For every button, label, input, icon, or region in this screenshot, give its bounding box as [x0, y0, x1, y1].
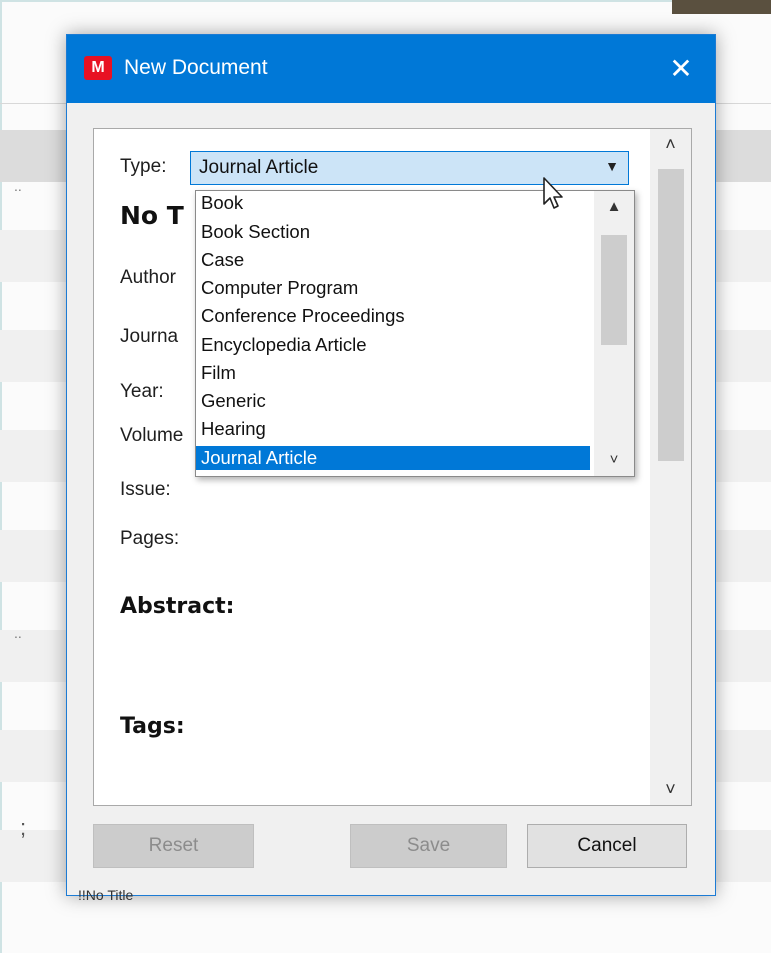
dropdown-option-conference-proceedings[interactable]: Conference Proceedings	[196, 304, 590, 328]
close-icon[interactable]: ✕	[661, 49, 701, 89]
abstract-heading: Abstract:	[120, 594, 235, 619]
journal-label: Journa	[120, 326, 179, 347]
issue-label: Issue:	[120, 479, 171, 500]
background-document-title: !!No Title	[78, 887, 134, 903]
dropdown-scrollbar[interactable]: ▲ ˅	[594, 191, 634, 476]
document-details-panel[interactable]: Type: Journal Article ▼ No T Author Jour…	[93, 128, 692, 806]
new-document-dialog: M New Document ✕ Type: Journal Article ▼…	[66, 34, 716, 896]
year-label: Year:	[120, 381, 164, 402]
dialog-titlebar: M New Document ✕	[67, 35, 715, 103]
background-corner-block	[672, 0, 771, 14]
dropdown-scroll-up-icon[interactable]: ▲	[594, 193, 634, 221]
type-select-value: Journal Article	[199, 157, 319, 178]
dropdown-option-hearing[interactable]: Hearing	[196, 417, 590, 441]
scroll-down-icon[interactable]: ˅	[650, 774, 691, 804]
dropdown-option-book-section[interactable]: Book Section	[196, 220, 590, 244]
background-ellipsis: ..	[14, 178, 22, 194]
mendeley-logo-icon: M	[84, 56, 112, 80]
cancel-button[interactable]: Cancel	[527, 824, 687, 868]
tags-heading: Tags:	[120, 714, 185, 739]
reset-button[interactable]: Reset	[93, 824, 254, 868]
dialog-title: New Document	[124, 56, 268, 79]
author-label: Author	[120, 267, 176, 288]
pages-label: Pages:	[120, 528, 180, 549]
dropdown-option-generic[interactable]: Generic	[196, 389, 590, 413]
dropdown-option-film[interactable]: Film	[196, 361, 590, 385]
dropdown-option-book[interactable]: Book	[196, 191, 590, 215]
chevron-down-icon[interactable]: ▼	[605, 158, 619, 174]
background-ellipsis: ..	[14, 625, 22, 641]
dropdown-option-journal-article[interactable]: Journal Article	[196, 446, 590, 470]
save-button[interactable]: Save	[350, 824, 507, 868]
dropdown-option-case[interactable]: Case	[196, 248, 590, 272]
scroll-up-icon[interactable]: ˄	[650, 129, 691, 159]
dropdown-option-computer-program[interactable]: Computer Program	[196, 276, 590, 300]
title-heading[interactable]: No T	[120, 201, 184, 230]
type-label: Type:	[120, 156, 167, 177]
background-border-top	[0, 0, 771, 2]
dropdown-scroll-down-icon[interactable]: ˅	[594, 446, 634, 474]
mouse-pointer-icon	[543, 177, 563, 209]
dropdown-scrollbar-thumb[interactable]	[601, 235, 627, 345]
background-semicolon: ;	[20, 815, 27, 840]
type-dropdown-list[interactable]: Book Book Section Case Computer Program …	[195, 190, 635, 477]
dropdown-option-encyclopedia-article[interactable]: Encyclopedia Article	[196, 333, 590, 357]
scrollbar-thumb[interactable]	[658, 169, 684, 461]
panel-scrollbar[interactable]: ˄ ˅	[650, 129, 691, 805]
volume-label: Volume	[120, 425, 184, 446]
